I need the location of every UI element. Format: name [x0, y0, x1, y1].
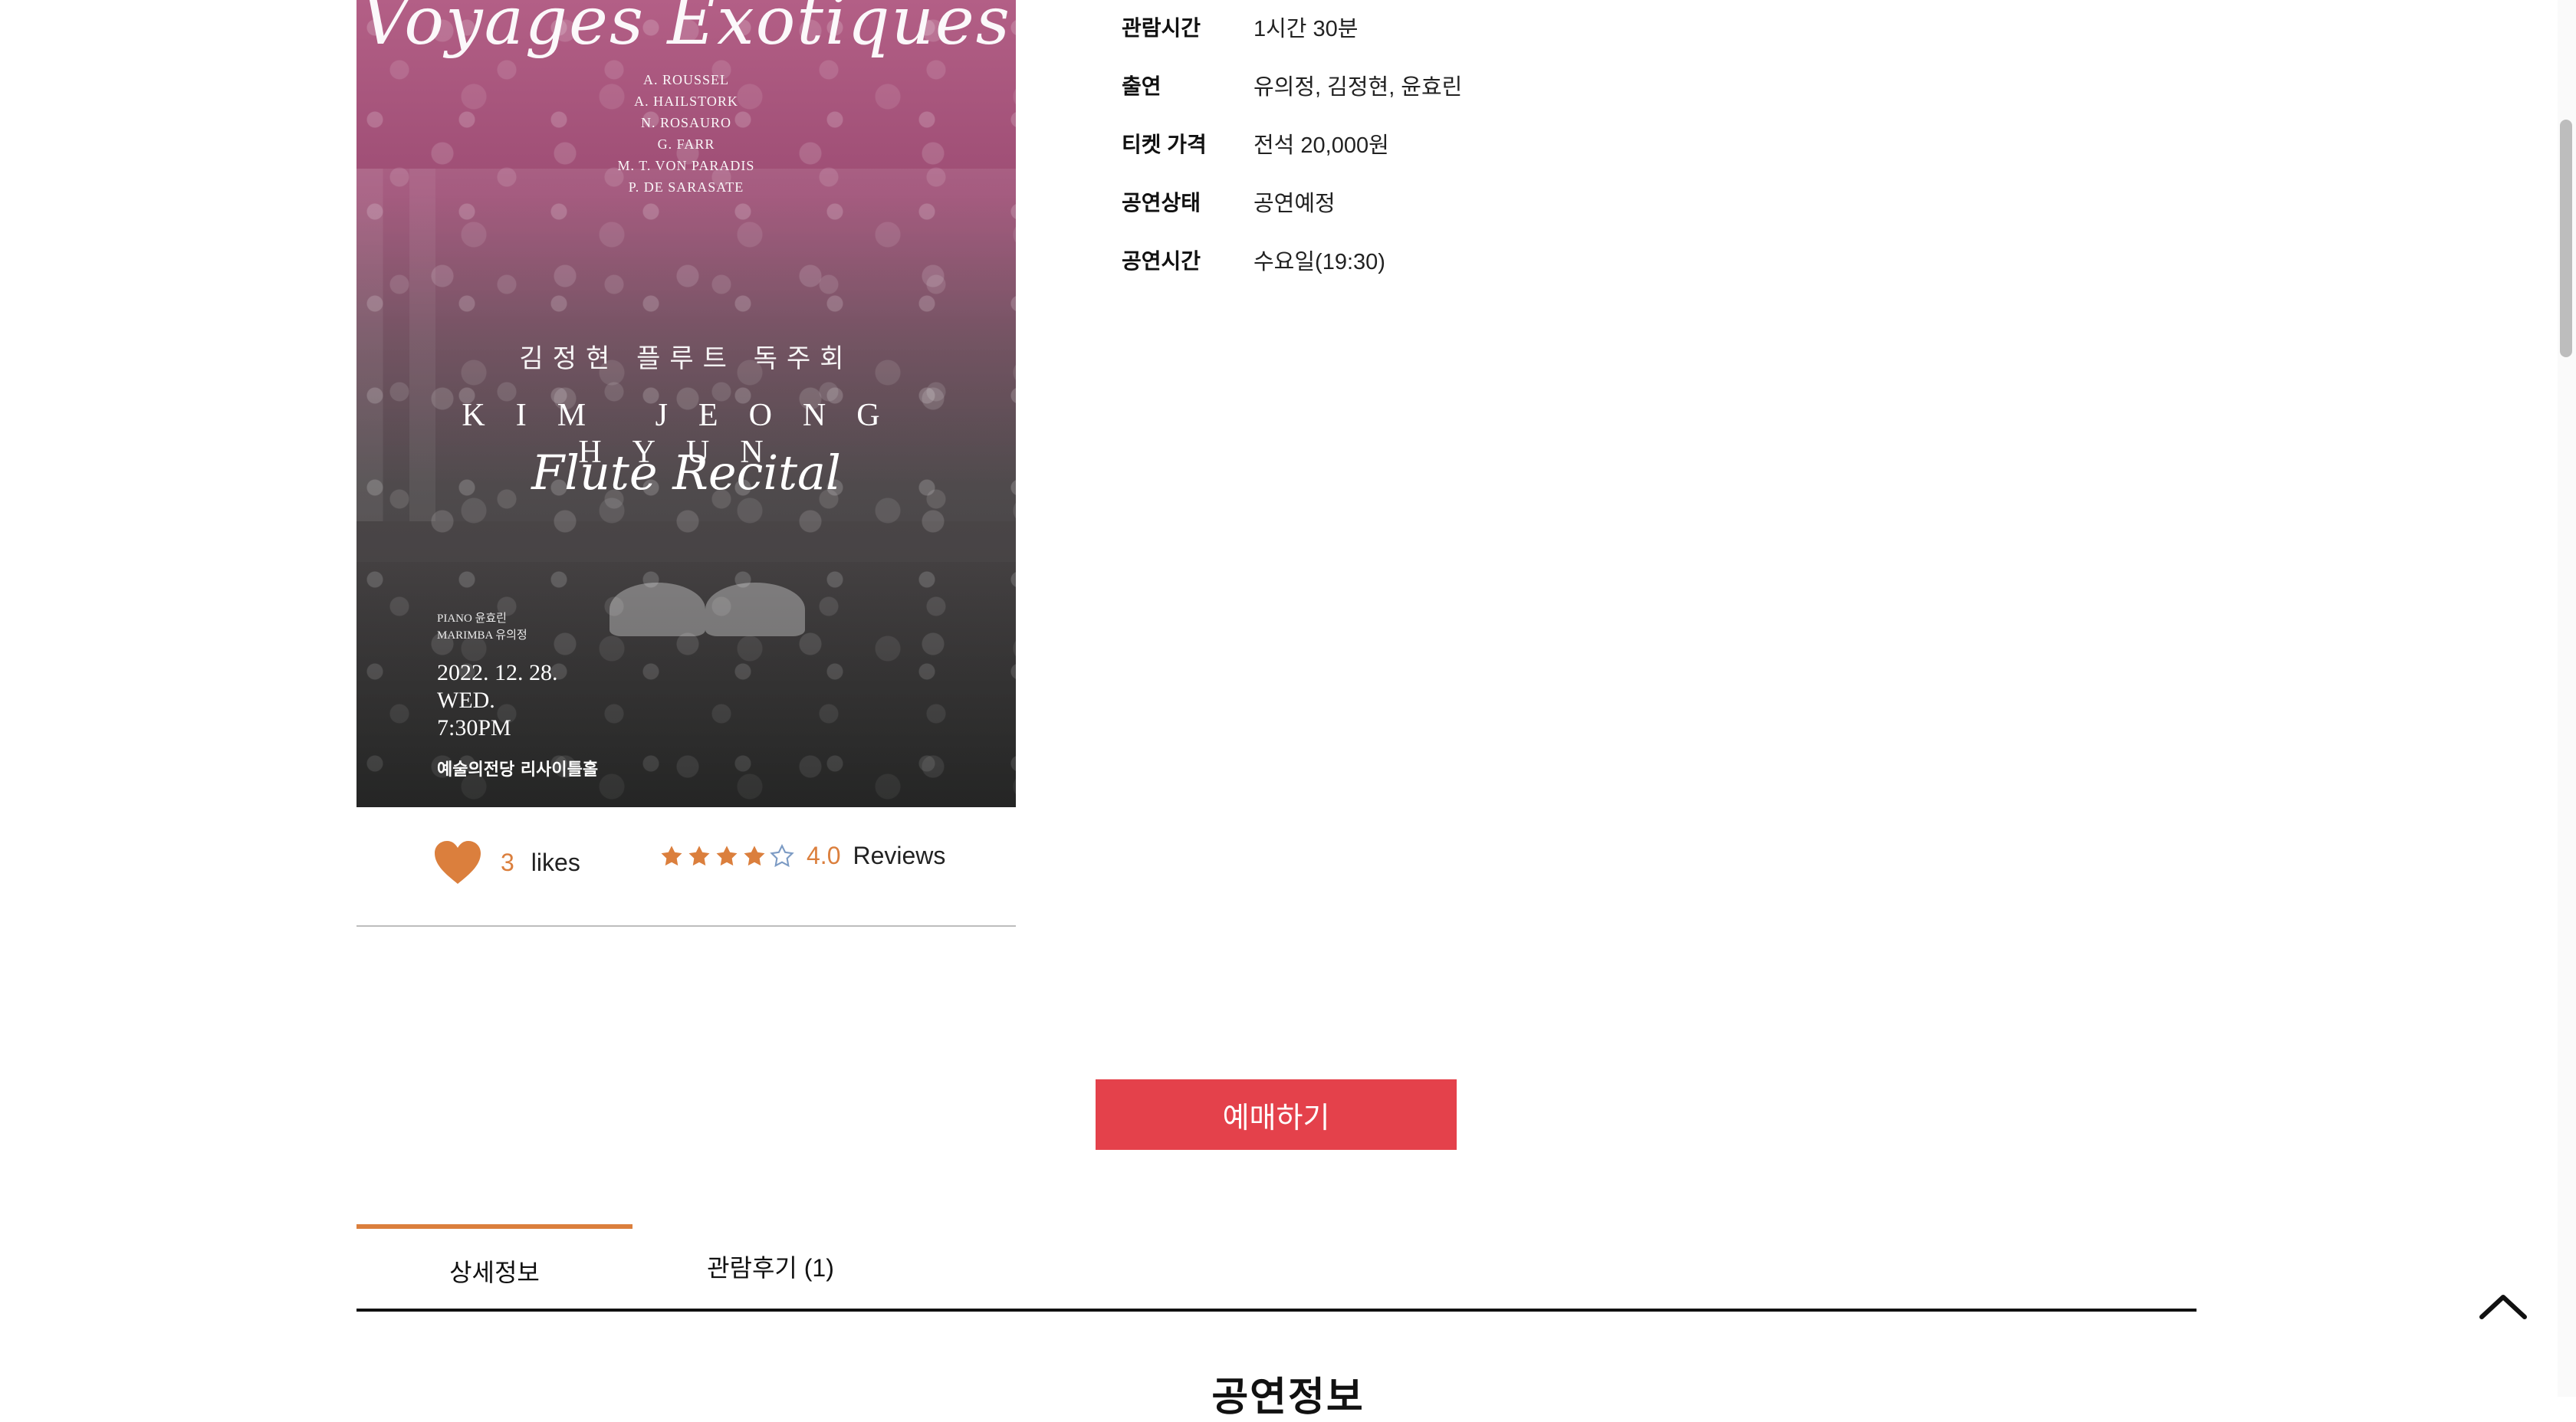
info-value: 공연예정: [1254, 192, 1336, 216]
likes-reviews-row: 3 likes 4.0 Reviews: [356, 807, 1016, 927]
info-value: 1시간 30분: [1254, 17, 1359, 41]
info-row-status: 공연상태 공연예정: [1122, 190, 1735, 216]
detail-tabs: 상세정보 관람후기 (1): [356, 1224, 2196, 1312]
chevron-up-icon[interactable]: [2476, 1288, 2530, 1326]
info-value: 유의정, 김정현, 윤효린: [1254, 75, 1463, 100]
info-row-runtime: 관람시간 1시간 30분: [1122, 15, 1735, 41]
poster-composer: M. T. VON PARADIS: [617, 158, 755, 173]
reviews-label: Reviews: [853, 842, 946, 869]
scrollbar-thumb[interactable]: [2560, 120, 2572, 357]
star-icon: [716, 845, 738, 865]
performance-detail-page: Voyages Exotiques A. ROUSSEL A. HAILSTOR…: [0, 0, 2576, 1420]
poster-date: 2022. 12. 28.: [437, 660, 558, 685]
star-icon: [770, 843, 794, 867]
info-row-cast: 출연 유의정, 김정현, 윤효린: [1122, 74, 1735, 100]
poster-composer: A. HAILSTORK: [634, 94, 738, 109]
poster-title-script: Voyages Exotiques: [361, 0, 1011, 60]
performance-poster: Voyages Exotiques A. ROUSSEL A. HAILSTOR…: [356, 0, 1016, 807]
heart-icon[interactable]: [432, 839, 484, 885]
poster-time: 7:30PM: [437, 715, 511, 741]
rating-stars: [659, 843, 794, 869]
poster-performer: MARIMBA 유의정: [437, 629, 527, 642]
info-label: 출연: [1122, 74, 1162, 98]
poster-performer: PIANO 윤효린: [437, 612, 507, 625]
info-label: 공연상태: [1122, 191, 1201, 215]
tab-details[interactable]: 상세정보: [356, 1224, 632, 1313]
star-icon: [661, 845, 682, 865]
info-value: 전석 20,000원: [1254, 133, 1389, 158]
poster-composer: G. FARR: [657, 136, 715, 152]
likes-group[interactable]: 3 likes: [432, 839, 580, 885]
poster-details: PIANO 윤효린 MARIMBA 유의정 2022. 12. 28. WED.…: [437, 610, 598, 780]
info-row-time: 공연시간 수요일(19:30): [1122, 248, 1735, 274]
likes-label: likes: [531, 848, 580, 876]
poster-korean-title: 김정현 플루트 독주회: [519, 343, 853, 374]
poster-composer: A. ROUSSEL: [642, 72, 729, 87]
poster-day: WED.: [437, 688, 495, 713]
reserve-button[interactable]: 예매하기: [1096, 1079, 1457, 1150]
star-icon: [744, 845, 765, 865]
review-score: 4.0: [807, 842, 841, 869]
tab-reviews[interactable]: 관람후기 (1): [632, 1224, 909, 1309]
poster-composer: P. DE SARASATE: [628, 179, 744, 195]
info-label: 관람시간: [1122, 16, 1201, 40]
poster-venue: 예술의전당 리사이틀홀: [437, 760, 599, 780]
reviews-group[interactable]: 4.0 Reviews: [659, 842, 945, 870]
star-icon: [688, 845, 710, 865]
tab-divider: [356, 1309, 2196, 1312]
info-value: 수요일(19:30): [1254, 250, 1385, 274]
poster-umbrella: [610, 583, 705, 636]
section-title: 공연정보: [1211, 1375, 1365, 1420]
poster-umbrella: [705, 583, 805, 636]
poster-composer: N. ROSAURO: [640, 115, 732, 130]
poster-composers: A. ROUSSEL A. HAILSTORK N. ROSAURO G. FA…: [356, 69, 1016, 198]
likes-count: 3: [501, 848, 514, 876]
info-label: 공연시간: [1122, 249, 1201, 273]
poster-subtitle: Flute Recital: [531, 445, 841, 501]
info-label: 티켓 가격: [1122, 133, 1207, 156]
info-row-price: 티켓 가격 전석 20,000원: [1122, 132, 1735, 158]
